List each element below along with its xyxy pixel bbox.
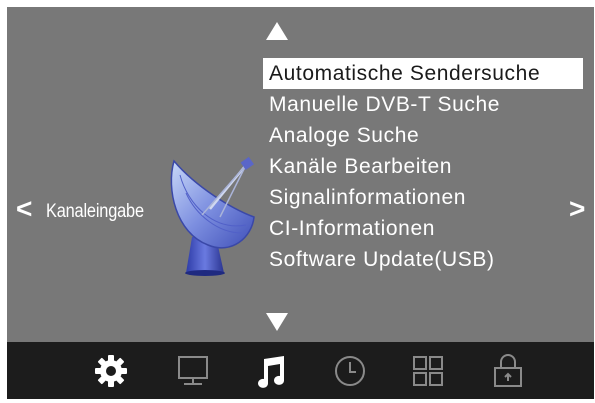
settings-gear-icon[interactable] [93, 353, 129, 389]
menu-item-software-update[interactable]: Software Update(USB) [263, 244, 583, 275]
menu-item-analog-search[interactable]: Analoge Suche [263, 120, 583, 151]
menu-item-ci-information[interactable]: CI-Informationen [263, 213, 583, 244]
scroll-up-arrow-icon[interactable] [265, 21, 289, 41]
scroll-down-arrow-icon[interactable] [265, 312, 289, 332]
previous-section-arrow[interactable]: < [16, 195, 32, 223]
menu-item-manual-dvbt-search[interactable]: Manuelle DVB-T Suche [263, 89, 583, 120]
next-section-arrow[interactable]: > [569, 195, 585, 223]
menu-item-automatic-search[interactable]: Automatische Sendersuche [263, 58, 583, 89]
clock-icon[interactable] [332, 353, 368, 389]
lock-icon[interactable] [490, 353, 526, 389]
bottom-taskbar [7, 342, 594, 399]
section-label: Kanaleingabe [46, 201, 144, 222]
music-note-icon[interactable] [254, 353, 290, 389]
monitor-icon[interactable] [175, 353, 211, 389]
tv-menu-screen: < Kanaleingabe Automatische Sendersuche … [7, 7, 594, 399]
menu-item-signal-information[interactable]: Signalinformationen [263, 182, 583, 213]
grid-apps-icon[interactable] [410, 353, 446, 389]
menu-item-edit-channels[interactable]: Kanäle Bearbeiten [263, 151, 583, 182]
search-menu-list: Automatische Sendersuche Manuelle DVB-T … [263, 58, 583, 275]
satellite-dish-icon [170, 156, 255, 276]
